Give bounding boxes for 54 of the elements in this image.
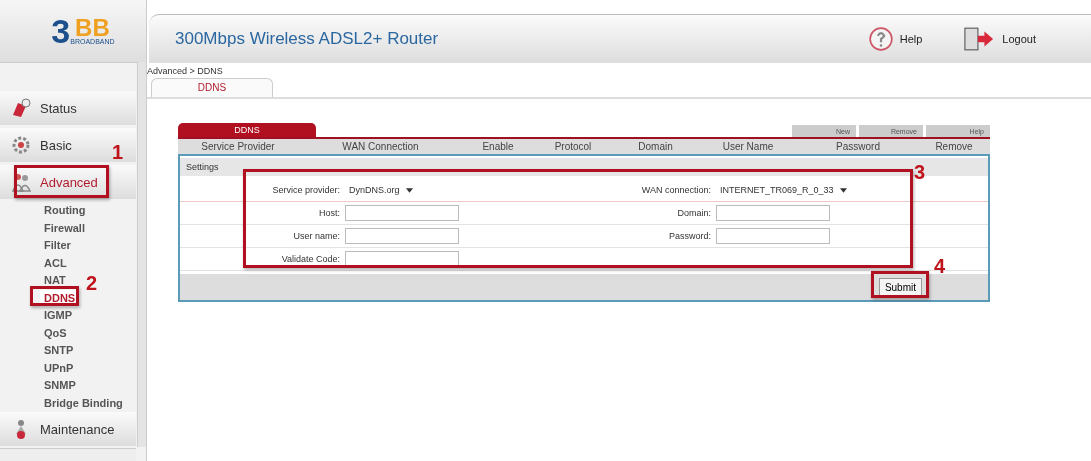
gear-icon [10, 134, 32, 156]
highlight-frame [30, 286, 79, 306]
column-header: Service Provider [200, 141, 276, 152]
column-header: Protocol [553, 141, 593, 152]
column-header: Password [835, 141, 881, 152]
logout-link[interactable]: Logout [962, 26, 1036, 52]
menu-item[interactable]: Maintenance [0, 412, 136, 446]
caret-icon [405, 187, 413, 193]
menu-item[interactable]: ACL [40, 254, 71, 272]
menu-item[interactable]: IGMP [40, 307, 77, 325]
window-title: 300Mbps Wireless ADSL2+ Router [175, 29, 439, 49]
dropdown[interactable]: DynDNS.org [345, 185, 413, 195]
menu-item[interactable]: Filter [40, 237, 75, 255]
highlight-frame [871, 271, 929, 298]
help-icon [867, 26, 894, 52]
scrollbar[interactable] [137, 62, 146, 447]
field-label: Domain: [676, 208, 712, 218]
menu-item[interactable]: UPnP [40, 359, 78, 377]
breadcrumb: Advanced > DDNS [147, 66, 224, 76]
dropdown[interactable]: INTERNET_TR069_R_0_33 [716, 185, 847, 195]
input-field[interactable] [345, 228, 459, 244]
section-label: Settings [185, 162, 219, 172]
step-number: 3 [914, 162, 926, 182]
people-icon [10, 171, 32, 193]
input-field[interactable] [345, 205, 459, 221]
menu-item[interactable]: Firewall [40, 219, 89, 237]
tab[interactable]: DDNS [151, 78, 273, 97]
input-field[interactable] [716, 228, 830, 244]
field-label: Service provider: [271, 185, 341, 195]
status-icon [10, 97, 32, 119]
menu-item[interactable]: Status [0, 91, 136, 125]
menu-item[interactable]: NAT [40, 272, 70, 290]
menu-item[interactable]: Routing [40, 202, 90, 220]
scrollbar[interactable] [0, 448, 136, 461]
step-number: 1 [112, 142, 124, 162]
caret-icon [839, 187, 847, 193]
step-number: 4 [934, 256, 946, 276]
menu-item[interactable]: SNMP [40, 377, 80, 395]
menu-item[interactable]: Bridge Binding [40, 394, 127, 412]
field-label: Password: [667, 231, 712, 241]
help-link[interactable]: Help [867, 26, 923, 52]
field-label: Validate Code: [280, 254, 341, 264]
column-header: WAN Connection [341, 141, 420, 152]
field-label: User name: [292, 231, 341, 241]
column-header: Domain [637, 141, 674, 152]
column-header: User Name [721, 141, 775, 152]
step-number: 2 [86, 273, 98, 293]
menu-item[interactable]: QoS [40, 324, 71, 342]
input-field[interactable] [716, 205, 830, 221]
field-label: Host: [318, 208, 341, 218]
column-header: Enable [481, 141, 515, 152]
menu-item[interactable]: SNTP [40, 342, 78, 360]
column-header: Remove [934, 141, 974, 152]
field-label: WAN connection: [640, 185, 712, 195]
